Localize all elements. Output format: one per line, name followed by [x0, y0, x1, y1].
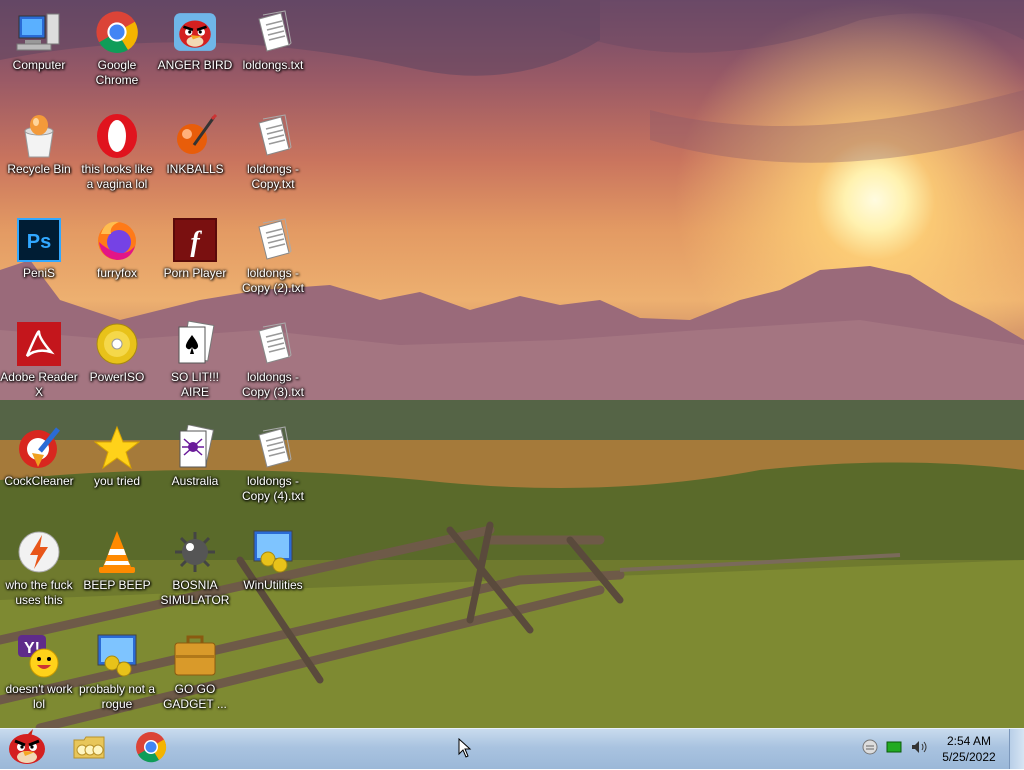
desktop-icon[interactable]: loldongs - Copy (3).txt — [234, 320, 312, 400]
network-icon[interactable] — [886, 739, 902, 760]
adobe-reader-icon — [15, 320, 63, 368]
desktop-icon-label: Google Chrome — [95, 58, 139, 87]
desktop-icon[interactable]: Recycle Bin — [0, 112, 78, 177]
photoshop-icon: Ps — [15, 216, 63, 264]
flash-icon: f — [171, 216, 219, 264]
angry-bird-icon — [171, 8, 219, 56]
winutilities-icon — [249, 528, 297, 576]
desktop-icon-label: BEEP BEEP — [83, 578, 151, 592]
desktop-icon[interactable]: who the fuck uses this — [0, 528, 78, 608]
solitaire-icon — [171, 320, 219, 368]
svg-text:Ps: Ps — [27, 231, 51, 253]
desktop-icon[interactable]: probably not a rogue — [78, 632, 156, 712]
desktop-icon[interactable]: Ps PeniS — [0, 216, 78, 281]
recycle-bin-icon — [15, 112, 63, 160]
desktop-icon[interactable]: Google Chrome — [78, 8, 156, 88]
desktop-icon[interactable]: CockCleaner — [0, 424, 78, 489]
desktop-icon[interactable]: WinUtilities — [234, 528, 312, 593]
desktop-icon-label: ANGER BIRD — [157, 58, 233, 72]
desktop-icon-label: BOSNIA SIMULATOR — [160, 578, 230, 607]
desktop-icon-label: Adobe Reader X — [0, 370, 78, 399]
desktop-icon[interactable]: GO GO GADGET ... — [156, 632, 234, 712]
text-file-icon — [249, 424, 297, 472]
firefox-icon — [93, 216, 141, 264]
star-icon — [93, 424, 141, 472]
desktop-icon[interactable]: furryfox — [78, 216, 156, 281]
messenger-tray-icon[interactable] — [862, 739, 878, 760]
clock-date: 5/25/2022 — [942, 750, 996, 764]
desktop-icon-label: CockCleaner — [4, 474, 74, 488]
desktop-icon[interactable]: BOSNIA SIMULATOR — [156, 528, 234, 608]
yahoo-messenger-icon: Y! — [15, 632, 63, 680]
chrome-icon — [93, 8, 141, 56]
desktop-icon[interactable]: you tried — [78, 424, 156, 489]
desktop-icon-label: loldongs - Copy.txt — [246, 162, 300, 191]
text-file-icon — [249, 320, 297, 368]
taskbar: 2:54 AM 5/25/2022 — [0, 728, 1024, 769]
vlc-icon — [93, 528, 141, 576]
desktop-icon[interactable]: loldongs - Copy (4).txt — [234, 424, 312, 504]
desktop-icon[interactable]: f Porn Player — [156, 216, 234, 281]
desktop-icon-label: loldongs - Copy (4).txt — [241, 474, 304, 503]
desktop-icon[interactable]: PowerISO — [78, 320, 156, 385]
start-button[interactable] — [4, 728, 50, 770]
desktop-icon-label: INKBALLS — [166, 162, 224, 176]
system-tray — [862, 729, 928, 769]
desktop-icon-label: GO GO GADGET ... — [163, 682, 227, 711]
text-file-icon — [249, 112, 297, 160]
winutilities-icon — [93, 632, 141, 680]
desktop-icon-label: probably not a rogue — [78, 682, 156, 711]
taskbar-explorer-button[interactable] — [66, 731, 112, 767]
desktop-icon[interactable]: loldongs - Copy.txt — [234, 112, 312, 192]
desktop-icon[interactable]: Y! doesn't work lol — [0, 632, 78, 712]
briefcase-icon — [171, 632, 219, 680]
desktop-icon-label: this looks like a vagina lol — [81, 162, 153, 191]
clock[interactable]: 2:54 AM 5/25/2022 — [934, 733, 1004, 765]
desktop-icon-label: doesn't work lol — [5, 682, 73, 711]
angry-bird-icon — [7, 728, 47, 770]
clock-time: 2:54 AM — [946, 734, 992, 748]
text-file-icon — [249, 8, 297, 56]
chrome-icon — [135, 731, 167, 768]
desktop-icon-label: WinUtilities — [243, 578, 303, 592]
desktop-icon-label: Computer — [12, 58, 66, 72]
desktop-icon-label: loldongs - Copy (2).txt — [241, 266, 304, 295]
desktop-icon-label: loldongs - Copy (3).txt — [241, 370, 304, 399]
desktop-icon-label: SO LIT!!! AIRE — [170, 370, 219, 399]
desktop-icon-label: PeniS — [22, 266, 56, 280]
opera-icon — [93, 112, 141, 160]
ccleaner-icon — [15, 424, 63, 472]
desktop-icon[interactable]: INKBALLS — [156, 112, 234, 177]
text-file-icon — [249, 216, 297, 264]
desktop-icon[interactable]: Adobe Reader X — [0, 320, 78, 400]
desktop-icon[interactable]: SO LIT!!! AIRE — [156, 320, 234, 400]
inkball-icon — [171, 112, 219, 160]
desktop-icon[interactable]: Australia — [156, 424, 234, 489]
lightning-icon — [15, 528, 63, 576]
taskbar-chrome-button[interactable] — [128, 731, 174, 767]
minesweeper-icon — [171, 528, 219, 576]
desktop-icon-label: furryfox — [96, 266, 137, 280]
desktop-icon-label: Porn Player — [163, 266, 227, 280]
desktop-icon[interactable]: ANGER BIRD — [156, 8, 234, 73]
desktop-icon[interactable]: loldongs.txt — [234, 8, 312, 73]
poweriso-icon — [93, 320, 141, 368]
desktop-icon-label: you tried — [93, 474, 141, 488]
volume-icon[interactable] — [910, 739, 928, 760]
desktop-icon[interactable]: Computer — [0, 8, 78, 73]
desktop-icon-label: PowerISO — [89, 370, 145, 384]
desktop-icon[interactable]: loldongs - Copy (2).txt — [234, 216, 312, 296]
spider-solitaire-icon — [171, 424, 219, 472]
desktop-icon-label: Recycle Bin — [7, 162, 71, 176]
computer-icon — [15, 8, 63, 56]
mouse-cursor-icon — [458, 737, 472, 763]
desktop-icon[interactable]: this looks like a vagina lol — [78, 112, 156, 192]
desktop-icon[interactable]: BEEP BEEP — [78, 528, 156, 593]
explorer-folder-icon — [72, 732, 106, 767]
show-desktop-button[interactable] — [1009, 729, 1024, 769]
desktop-icon-label: loldongs.txt — [242, 58, 304, 72]
desktop-icon-label: Australia — [171, 474, 219, 488]
desktop-icon-label: who the fuck uses this — [5, 578, 73, 607]
